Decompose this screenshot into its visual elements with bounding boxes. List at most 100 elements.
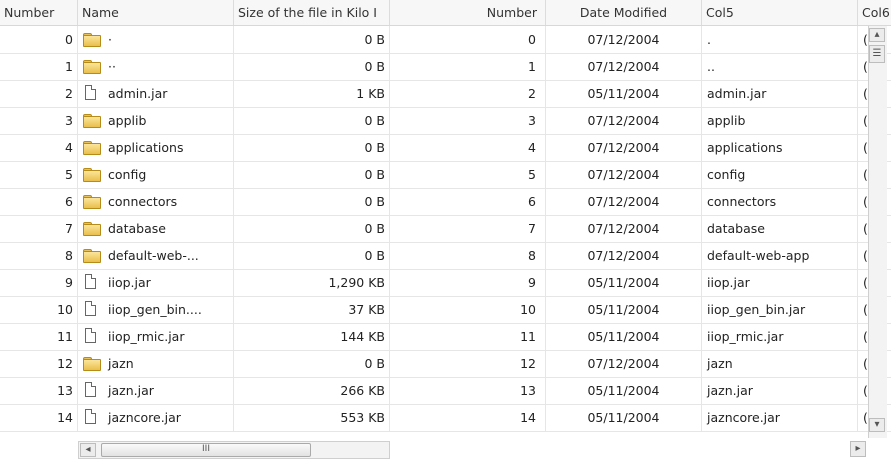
col5-value: jazncore.jar <box>702 404 858 431</box>
table-row[interactable]: 9 iiop.jar 1,290 KB <box>0 269 390 297</box>
header-name[interactable]: Name <box>78 0 234 25</box>
file-icon <box>85 85 96 100</box>
row-name-cell: iiop.jar <box>78 269 234 296</box>
row-name-cell: default-web-... <box>78 242 234 269</box>
file-size: 0 B <box>234 107 390 134</box>
col5-value: iiop.jar <box>702 269 858 296</box>
table-row[interactable]: 1 07/12/2004..( <box>390 53 891 81</box>
table-row[interactable]: 3 07/12/2004 applib( <box>390 107 891 135</box>
date-modified: 05/11/2004 <box>546 377 702 404</box>
file-name: ·· <box>108 59 116 74</box>
vertical-scrollbar[interactable]: ▴ ☰ ▾ <box>868 26 887 438</box>
horizontal-scrollbar[interactable]: ◂ III <box>78 441 390 459</box>
file-size: 0 B <box>234 242 390 269</box>
table-row[interactable]: 13 05/11/2004 jazn.jar( <box>390 377 891 405</box>
col5-value: applib <box>702 107 858 134</box>
row-number: 3 <box>390 107 546 134</box>
table-row[interactable]: 7 database 0 B <box>0 215 390 243</box>
table-row[interactable]: 8 default-web-... 0 B <box>0 242 390 270</box>
file-icon <box>85 328 96 343</box>
file-name: iiop_gen_bin.... <box>108 302 202 317</box>
row-name-cell: ·· <box>78 53 234 80</box>
col5-value: iiop_rmic.jar <box>702 323 858 350</box>
file-icon <box>85 382 96 397</box>
row-name-cell: connectors <box>78 188 234 215</box>
header-size[interactable]: Size of the file in Kilo I <box>234 0 390 25</box>
header-number[interactable]: Number <box>0 0 78 25</box>
table-row[interactable]: 2 admin.jar 1 KB <box>0 80 390 108</box>
table-row[interactable]: 2 05/11/2004 admin.jar( <box>390 80 891 108</box>
row-name-cell: database <box>78 215 234 242</box>
file-size: 0 B <box>234 26 390 53</box>
row-number: 0 <box>0 26 78 53</box>
table-row[interactable]: 6 07/12/2004 connectors( <box>390 188 891 216</box>
table-row[interactable]: 0 07/12/2004.( <box>390 26 891 54</box>
table-row[interactable]: 13 jazn.jar 266 KB <box>0 377 390 405</box>
scroll-thumb[interactable]: III <box>101 443 311 457</box>
row-number: 8 <box>390 242 546 269</box>
header-col5[interactable]: Col5 <box>702 0 858 25</box>
table-row[interactable]: 14 jazncore.jar 553 KB <box>0 404 390 432</box>
row-number: 9 <box>0 269 78 296</box>
row-number: 4 <box>0 134 78 161</box>
col5-value: jazn <box>702 350 858 377</box>
scroll-down-arrow-icon[interactable]: ▾ <box>869 418 885 432</box>
row-number: 3 <box>0 107 78 134</box>
row-name-cell: · <box>78 26 234 53</box>
table-row[interactable]: 4 07/12/2004 applications( <box>390 134 891 162</box>
table-row[interactable]: 6 connectors 0 B <box>0 188 390 216</box>
col5-value: connectors <box>702 188 858 215</box>
row-number: 14 <box>390 404 546 431</box>
scroll-grip-icon[interactable]: ☰ <box>869 45 885 63</box>
col5-value: config <box>702 161 858 188</box>
row-name-cell: jazn <box>78 350 234 377</box>
file-name: admin.jar <box>108 86 168 101</box>
date-modified: 05/11/2004 <box>546 269 702 296</box>
file-name: · <box>108 32 112 47</box>
row-number: 2 <box>390 80 546 107</box>
header-col6[interactable]: Col6 <box>858 0 891 25</box>
col5-value: . <box>702 26 858 53</box>
file-name: iiop.jar <box>108 275 151 290</box>
header-number-right[interactable]: Number <box>390 0 546 25</box>
table-row[interactable]: 8 07/12/2004 default-web-app( <box>390 242 891 270</box>
row-number: 11 <box>390 323 546 350</box>
row-name-cell: jazncore.jar <box>78 404 234 431</box>
table-row[interactable]: 12 07/12/2004 jazn( <box>390 350 891 378</box>
table-row[interactable]: 7 07/12/2004 database( <box>390 215 891 243</box>
table-row[interactable]: 5 config 0 B <box>0 161 390 189</box>
file-size: 0 B <box>234 215 390 242</box>
table-row[interactable]: 10 iiop_gen_bin.... 37 KB <box>0 296 390 324</box>
table-row[interactable]: 11 iiop_rmic.jar 144 KB <box>0 323 390 351</box>
table-row[interactable]: 1 ·· 0 B <box>0 53 390 81</box>
scroll-right-arrow-icon[interactable]: ▸ <box>850 441 866 457</box>
file-icon <box>85 409 96 424</box>
row-number: 12 <box>390 350 546 377</box>
folder-icon <box>83 249 101 263</box>
row-number: 11 <box>0 323 78 350</box>
row-number: 9 <box>390 269 546 296</box>
date-modified: 07/12/2004 <box>546 53 702 80</box>
table-row[interactable]: 5 07/12/2004 config( <box>390 161 891 189</box>
row-number: 10 <box>390 296 546 323</box>
scroll-left-arrow-icon[interactable]: ◂ <box>80 443 96 457</box>
col5-value: database <box>702 215 858 242</box>
table-row[interactable]: 0 · 0 B <box>0 26 390 54</box>
col5-value: jazn.jar <box>702 377 858 404</box>
row-name-cell: applib <box>78 107 234 134</box>
file-name: iiop_rmic.jar <box>108 329 185 344</box>
header-date-modified[interactable]: Date Modified <box>546 0 702 25</box>
table-row[interactable]: 10 05/11/2004 iiop_gen_bin.jar( <box>390 296 891 324</box>
table-row[interactable]: 14 05/11/2004 jazncore.jar( <box>390 404 891 432</box>
table-row[interactable]: 9 05/11/2004 iiop.jar( <box>390 269 891 297</box>
table-row[interactable]: 4 applications 0 B <box>0 134 390 162</box>
folder-icon <box>83 114 101 128</box>
table-row[interactable]: 11 05/11/2004 iiop_rmic.jar( <box>390 323 891 351</box>
row-number: 10 <box>0 296 78 323</box>
scroll-up-arrow-icon[interactable]: ▴ <box>869 28 885 42</box>
table-row[interactable]: 3 applib 0 B <box>0 107 390 135</box>
table-row[interactable]: 12 jazn 0 B <box>0 350 390 378</box>
row-name-cell: iiop_rmic.jar <box>78 323 234 350</box>
row-name-cell: config <box>78 161 234 188</box>
date-modified: 07/12/2004 <box>546 26 702 53</box>
